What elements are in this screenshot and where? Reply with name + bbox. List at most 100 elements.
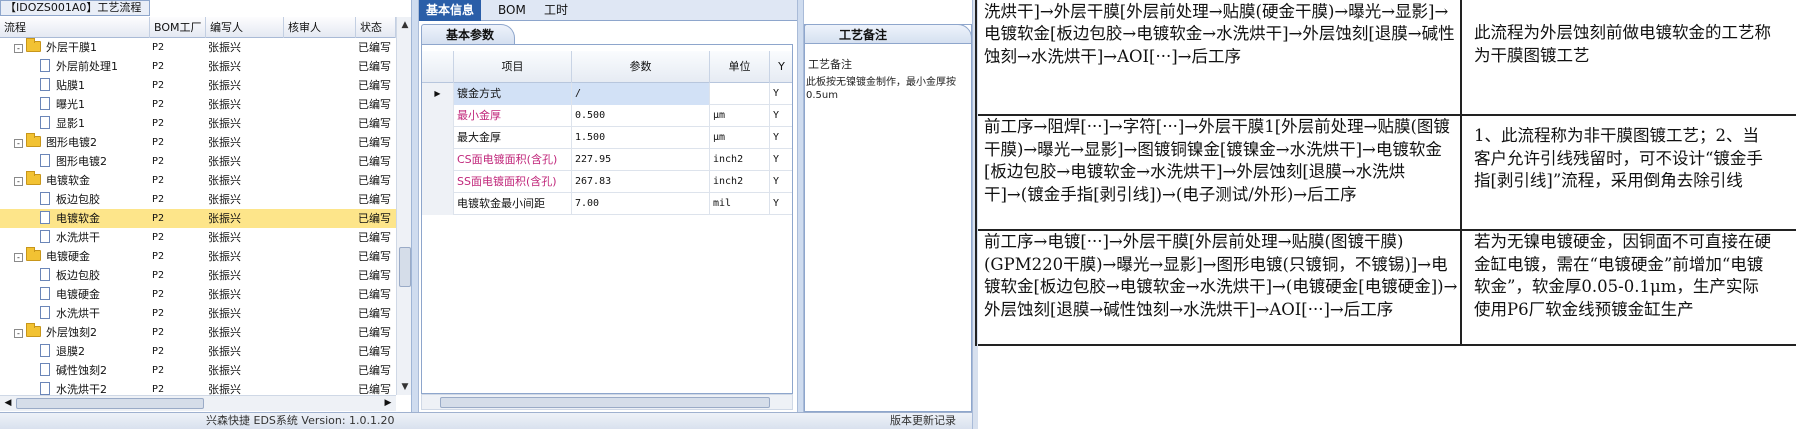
param-value[interactable]: 227.95 — [572, 149, 710, 171]
grid-col-unit[interactable]: 单位 — [710, 51, 770, 83]
tree-row[interactable]: 水洗烘干 P2 张振兴 已编写 — [0, 304, 396, 323]
tree-cell-author: 张振兴 — [208, 383, 241, 395]
tab-basic-info[interactable]: 基本信息 — [419, 0, 482, 21]
tree-row[interactable]: 水洗烘干 P2 张振兴 已编写 — [0, 228, 396, 247]
param-item: 镀金方式 — [454, 83, 572, 105]
tree-row[interactable]: - 外层干膜1 P2 张振兴 已编写 — [0, 38, 396, 57]
param-value[interactable]: 267.83 — [572, 171, 710, 193]
tree-horizontal-scrollbar[interactable]: ◀ ▶ — [0, 395, 396, 411]
process-note-text[interactable]: 此板按无镍镀金制作，最小金厚按0.5um — [806, 76, 970, 102]
tree-row[interactable]: - 图形电镀2 P2 张振兴 已编写 — [0, 133, 396, 152]
tree-row[interactable]: 板边包胶 P2 张振兴 已编写 — [0, 266, 396, 285]
document-icon — [40, 192, 50, 205]
tree-row[interactable]: - 外层蚀刻2 P2 张振兴 已编写 — [0, 323, 396, 342]
tree-col-bom[interactable]: BOM工厂 — [150, 17, 206, 38]
tree-row[interactable]: 退膜2 P2 张振兴 已编写 — [0, 342, 396, 361]
param-value[interactable]: 7.00 — [572, 193, 710, 215]
tree-cell-reviewer — [286, 266, 356, 285]
tab-bom[interactable]: BOM — [491, 0, 533, 21]
tree-node-label: 板边包胶 — [56, 269, 100, 282]
tab-work-hours[interactable]: 工时 — [537, 0, 575, 21]
collapse-icon[interactable]: - — [14, 44, 23, 53]
collapse-icon[interactable]: - — [14, 329, 23, 338]
tree-cell-reviewer — [286, 323, 356, 342]
grid-horizontal-scrollbar[interactable] — [421, 394, 793, 410]
tree-cell-bom: P2 — [152, 156, 165, 167]
tree-row[interactable]: 板边包胶 P2 张振兴 已编写 — [0, 190, 396, 209]
scroll-thumb[interactable] — [399, 247, 411, 287]
tree-header: 流程 BOM工厂 编写人 核审人 状态 — [0, 17, 396, 38]
param-row[interactable]: 电镀软金最小间距 7.00 mil Y — [422, 193, 792, 215]
document-icon — [40, 116, 50, 129]
doc-flow-cell: 干膜)(GPM220干膜)→曝光→显影]→图镀铜镍金[图镀铜镍金→水洗烘干]→外… — [984, 1, 1455, 66]
splitter[interactable] — [797, 0, 804, 412]
scroll-right-icon[interactable]: ▶ — [380, 396, 396, 412]
doc-note-cell: 若为无镍电镀硬金，因铜面不可直接在硬金缸电镀，需在“电镀硬金”前增加“电镀软金”… — [1474, 232, 1771, 319]
tree-cell-status: 已编写 — [358, 193, 391, 206]
tree-row[interactable]: - 电镀硬金 P2 张振兴 已编写 — [0, 247, 396, 266]
tree-cell-status: 已编写 — [358, 326, 391, 339]
param-unit: μm — [710, 127, 770, 149]
tree-cell-bom: P2 — [152, 308, 165, 319]
tree-col-flow[interactable]: 流程 — [0, 17, 150, 38]
param-unit — [710, 83, 770, 105]
scroll-thumb[interactable] — [440, 397, 770, 408]
process-note-title: 工艺备注 — [804, 24, 972, 44]
tree-col-author[interactable]: 编写人 — [206, 17, 284, 38]
splitter[interactable] — [412, 0, 419, 412]
param-row[interactable]: ▶ 镀金方式 / Y — [422, 83, 792, 105]
tree-row[interactable]: 图形电镀2 P2 张振兴 已编写 — [0, 152, 396, 171]
tree-cell-author: 张振兴 — [208, 193, 241, 206]
param-row[interactable]: CS面电镀面积(含孔) 227.95 inch2 Y — [422, 149, 792, 171]
param-value[interactable]: 1.500 — [572, 127, 710, 149]
grid-col-value[interactable]: 参数 — [572, 51, 710, 83]
row-indicator-icon — [422, 127, 454, 149]
tree-col-status[interactable]: 状态 — [356, 17, 396, 38]
param-value[interactable]: / — [572, 83, 710, 105]
tree-row[interactable]: 电镀软金 P2 张振兴 已编写 — [0, 209, 396, 228]
tree-node-label: 贴膜1 — [56, 79, 85, 92]
tree-row[interactable]: 显影1 P2 张振兴 已编写 — [0, 114, 396, 133]
collapse-icon[interactable]: - — [14, 139, 23, 148]
row-indicator-icon — [422, 149, 454, 171]
tree-row[interactable]: - 电镀软金 P2 张振兴 已编写 — [0, 171, 396, 190]
param-row[interactable]: 最小金厚 0.500 μm Y — [422, 105, 792, 127]
tree-vertical-scrollbar[interactable]: ▲ ▼ — [396, 17, 411, 395]
scroll-left-icon[interactable]: ◀ — [0, 396, 16, 412]
param-row[interactable]: 最大金厚 1.500 μm Y — [422, 127, 792, 149]
param-value[interactable]: 0.500 — [572, 105, 710, 127]
tree-cell-bom: P2 — [152, 232, 165, 243]
tree-row[interactable]: 水洗烘干2 P2 张振兴 已编写 — [0, 380, 396, 395]
scroll-thumb[interactable] — [16, 398, 204, 409]
tab-bar: 基本信息 BOM 工时 — [419, 0, 797, 21]
version-log-link[interactable]: 版本更新记录 — [890, 413, 956, 429]
tree-row[interactable]: 电镀硬金 P2 张振兴 已编写 — [0, 285, 396, 304]
tree-cell-reviewer — [286, 247, 356, 266]
tree-row[interactable]: 贴膜1 P2 张振兴 已编写 — [0, 76, 396, 95]
tree-node-label: 电镀软金 — [46, 174, 90, 187]
tree-row[interactable]: 碱性蚀刻2 P2 张振兴 已编写 — [0, 361, 396, 380]
process-tree-panel: 流程 BOM工厂 编写人 核审人 状态 【IDOZS001A0】工艺流程 - 外层… — [0, 0, 412, 412]
tree-row[interactable]: 曝光1 P2 张振兴 已编写 — [0, 95, 396, 114]
document-icon — [40, 154, 50, 167]
param-item: CS面电镀面积(含孔) — [454, 149, 572, 171]
tree-cell-reviewer — [286, 76, 356, 95]
doc-note-cell: 1、此流程称为非干膜图镀工艺；2、当客户允许引线残留时，可不设计“镀金手指[剥引… — [1474, 126, 1763, 190]
param-row[interactable]: SS面电镀面积(含孔) 267.83 inch2 Y — [422, 171, 792, 193]
row-indicator-icon: ▶ — [422, 83, 454, 105]
document-icon — [40, 97, 50, 110]
folder-icon — [26, 38, 41, 52]
collapse-icon[interactable]: - — [14, 177, 23, 186]
scroll-up-icon[interactable]: ▲ — [397, 17, 411, 33]
param-item: 最大金厚 — [454, 127, 572, 149]
scroll-down-icon[interactable]: ▼ — [397, 379, 411, 395]
tree-cell-status: 已编写 — [358, 41, 391, 54]
folder-icon — [26, 133, 41, 147]
collapse-icon[interactable]: - — [14, 253, 23, 262]
grid-col-flag[interactable]: Y — [770, 51, 792, 83]
tree-cell-bom: P2 — [152, 365, 165, 376]
tree-col-reviewer[interactable]: 核审人 — [284, 17, 356, 38]
process-note-label: 工艺备注 — [808, 58, 852, 71]
tree-row[interactable]: 外层前处理1 P2 张振兴 已编写 — [0, 57, 396, 76]
grid-col-item[interactable]: 项目 — [454, 51, 572, 83]
